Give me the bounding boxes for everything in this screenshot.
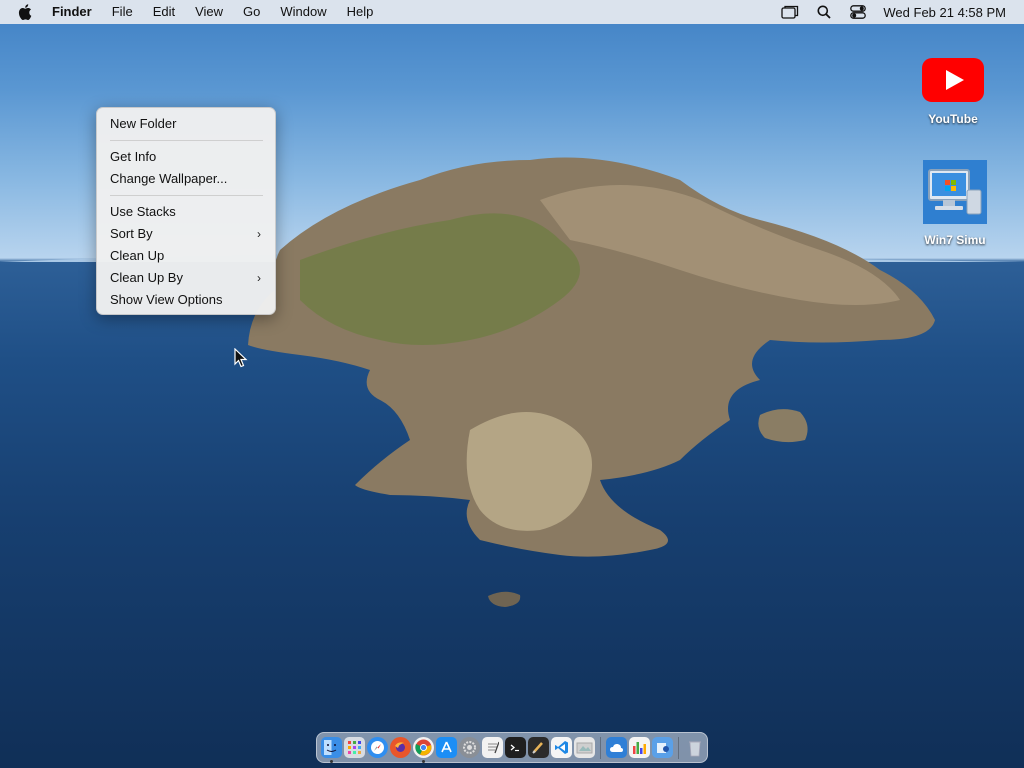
menu-item-label: Clean Up By: [110, 270, 183, 285]
menu-app-name[interactable]: Finder: [42, 0, 102, 24]
menu-window[interactable]: Window: [270, 0, 336, 24]
menu-bar: Finder File Edit View Go Window Help Wed…: [0, 0, 1024, 24]
menu-item-change-wallpaper[interactable]: Change Wallpaper...: [97, 168, 275, 190]
menu-help[interactable]: Help: [337, 0, 384, 24]
menu-item-new-folder[interactable]: New Folder: [97, 113, 275, 135]
activity-monitor-icon[interactable]: [629, 737, 650, 758]
mouse-cursor-icon: [234, 348, 248, 368]
desktop-icon-win7-simu[interactable]: Win7 Simu: [910, 160, 1000, 247]
menu-bar-clock[interactable]: Wed Feb 21 4:58 PM: [875, 5, 1024, 20]
menu-edit[interactable]: Edit: [143, 0, 185, 24]
youtube-icon: [922, 58, 984, 102]
terminal-icon[interactable]: [505, 737, 526, 758]
finder-icon[interactable]: [321, 737, 342, 763]
menu-item-label: Sort By: [110, 226, 153, 241]
dock: [316, 732, 708, 763]
launchpad-icon[interactable]: [344, 737, 365, 758]
dock-separator: [600, 736, 601, 759]
preview-icon[interactable]: [574, 737, 595, 758]
app-store-icon[interactable]: [436, 737, 457, 758]
script-editor-icon[interactable]: [528, 737, 549, 758]
system-settings-icon[interactable]: [459, 737, 480, 758]
dock-separator: [678, 736, 679, 759]
safari-icon[interactable]: [367, 737, 388, 758]
menu-item-clean-up[interactable]: Clean Up: [97, 245, 275, 267]
menu-item-get-info[interactable]: Get Info: [97, 146, 275, 168]
chrome-icon[interactable]: [413, 737, 434, 763]
menu-bar-status: Wed Feb 21 4:58 PM: [773, 0, 1024, 24]
control-center-icon[interactable]: [841, 0, 875, 24]
desktop-icon-label: Win7 Simu: [924, 233, 986, 247]
menu-item-use-stacks[interactable]: Use Stacks: [97, 201, 275, 223]
desktop[interactable]: Finder File Edit View Go Window Help Wed…: [0, 0, 1024, 768]
chevron-right-icon: ›: [257, 227, 261, 241]
trash-icon[interactable]: [684, 737, 705, 758]
screen-mirroring-icon[interactable]: [773, 0, 807, 24]
search-icon[interactable]: [807, 0, 841, 24]
firefox-icon[interactable]: [390, 737, 411, 758]
weather-icon[interactable]: [606, 737, 627, 758]
textedit-icon[interactable]: [482, 737, 503, 758]
desktop-context-menu: New Folder Get Info Change Wallpaper... …: [96, 107, 276, 315]
menu-separator: [110, 195, 263, 196]
menu-item-clean-up-by[interactable]: Clean Up By ›: [97, 267, 275, 289]
menu-file[interactable]: File: [102, 0, 143, 24]
desktop-icon-youtube[interactable]: YouTube: [908, 57, 998, 126]
apple-icon[interactable]: [0, 4, 42, 20]
win7-simulator-icon: [923, 160, 987, 224]
menu-item-sort-by[interactable]: Sort By ›: [97, 223, 275, 245]
chevron-right-icon: ›: [257, 271, 261, 285]
running-indicator: [422, 760, 425, 763]
menu-view[interactable]: View: [185, 0, 233, 24]
vscode-icon[interactable]: [551, 737, 572, 758]
desktop-icon-label: YouTube: [928, 112, 978, 126]
folder-icon[interactable]: [652, 737, 673, 758]
menu-go[interactable]: Go: [233, 0, 270, 24]
menu-separator: [110, 140, 263, 141]
running-indicator: [330, 760, 333, 763]
menu-item-show-view-options[interactable]: Show View Options: [97, 289, 275, 311]
